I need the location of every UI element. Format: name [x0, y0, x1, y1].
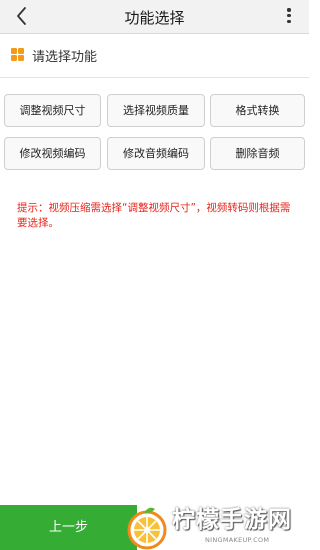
watermark-logo: [127, 507, 167, 550]
audio-codec-button[interactable]: 修改音频编码: [107, 137, 205, 170]
app-bar: 功能选择: [0, 0, 309, 34]
section-header: 请选择功能: [0, 34, 309, 78]
resize-video-button[interactable]: 调整视频尺寸: [4, 94, 101, 127]
page-title: 功能选择: [124, 9, 185, 27]
video-codec-button[interactable]: 修改视频编码: [4, 137, 101, 170]
grid-icon: [11, 48, 24, 61]
format-convert-button[interactable]: 格式转换: [210, 94, 305, 127]
watermark-name: 柠檬手游网: [172, 507, 292, 533]
video-quality-button[interactable]: 选择视频质量: [107, 94, 205, 127]
section-title: 请选择功能: [32, 50, 98, 65]
previous-step-button[interactable]: 上一步: [0, 505, 137, 550]
remove-audio-button[interactable]: 删除音频: [210, 137, 305, 170]
hint-text: 提示：视频压缩需选择“调整视频尺寸”，视频转码则根据需要选择。: [17, 202, 291, 229]
watermark-url: NINGMAKEUP.COM: [205, 536, 270, 544]
more-vertical-icon[interactable]: [285, 6, 293, 28]
